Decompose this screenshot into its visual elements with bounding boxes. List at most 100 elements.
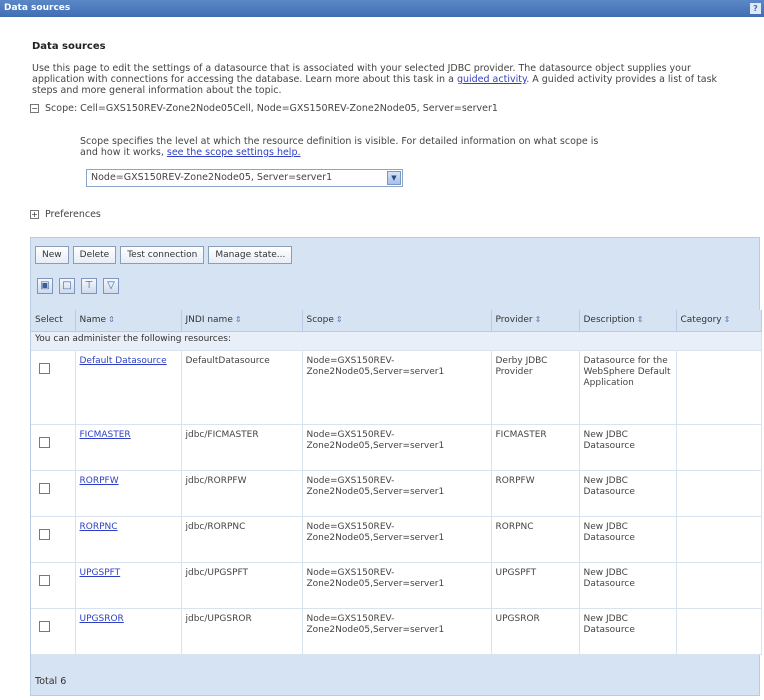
row-checkbox[interactable]: [39, 362, 50, 374]
datasource-link[interactable]: UPGSPFT: [80, 568, 121, 578]
scope-cell: Node=GXS150REV-Zone2Node05,Server=server…: [302, 470, 492, 517]
select-cell: [31, 470, 76, 517]
description-cell: New JDBC Datasource: [579, 516, 677, 563]
scope-cell: Node=GXS150REV-Zone2Node05,Server=server…: [302, 562, 492, 609]
jndi-cell: DefaultDatasource: [181, 350, 303, 425]
jndi-cell: jdbc/FICMASTER: [181, 424, 303, 471]
collapse-icon[interactable]: −: [30, 104, 39, 113]
table-row: UPGSPFT jdbc/UPGSPFT Node=GXS150REV-Zone…: [31, 562, 762, 609]
hide-filter-icon[interactable]: ▽: [103, 278, 119, 294]
scope-label: Scope: Cell=GXS150REV-Zone2Node05Cell, N…: [45, 103, 498, 114]
table-header-row: Select Name ⇕ JNDI name ⇕ Scope ⇕ Provider ⇕…: [31, 310, 762, 332]
window-title: Data sources: [4, 3, 71, 13]
scope-cell: Node=GXS150REV-Zone2Node05,Server=server…: [302, 516, 492, 563]
sort-icon[interactable]: ⇕: [235, 315, 242, 324]
column-header-category[interactable]: Category ⇕: [676, 310, 762, 332]
category-cell: [676, 424, 762, 471]
provider-cell: UPGSPFT: [491, 562, 580, 609]
row-checkbox[interactable]: [39, 574, 50, 586]
category-cell: [676, 562, 762, 609]
scope-cell: Node=GXS150REV-Zone2Node05,Server=server…: [302, 424, 492, 471]
deselect-all-icon[interactable]: □: [59, 278, 75, 294]
header-label: Scope: [306, 315, 334, 326]
column-header-jndi-name[interactable]: JNDI name ⇕: [181, 310, 303, 332]
sort-icon[interactable]: ⇕: [724, 315, 731, 324]
table-total: Total 6: [31, 669, 759, 695]
sort-icon[interactable]: ⇕: [535, 315, 542, 324]
select-all-icon[interactable]: ▣: [37, 278, 53, 294]
page-title: Data sources: [32, 41, 106, 52]
table-row: RORPNC jdbc/RORPNC Node=GXS150REV-Zone2N…: [31, 516, 762, 563]
row-checkbox[interactable]: [39, 482, 50, 494]
datasource-link[interactable]: RORPNC: [80, 522, 118, 532]
sort-icon[interactable]: ⇕: [336, 315, 343, 324]
category-cell: [676, 470, 762, 517]
scope-selected-value: Node=GXS150REV-Zone2Node05, Server=serve…: [91, 172, 333, 183]
show-filter-icon[interactable]: ⊤: [81, 278, 97, 294]
provider-cell: UPGSROR: [491, 608, 580, 655]
datasource-link[interactable]: FICMASTER: [80, 430, 131, 440]
datasource-link[interactable]: UPGSROR: [80, 614, 124, 624]
jndi-cell: jdbc/RORPFW: [181, 470, 303, 517]
window-title-bar: Data sources ?: [0, 0, 764, 17]
chevron-down-icon[interactable]: ▼: [387, 171, 401, 185]
expand-icon[interactable]: +: [30, 210, 39, 219]
datasources-table: Select Name ⇕ JNDI name ⇕ Scope ⇕ Provider ⇕…: [31, 310, 762, 655]
jndi-cell: jdbc/UPGSROR: [181, 608, 303, 655]
name-cell: UPGSPFT: [75, 562, 182, 609]
delete-button[interactable]: Delete: [72, 246, 117, 264]
header-label: Name: [79, 315, 107, 326]
sort-icon[interactable]: ⇕: [108, 315, 115, 324]
description-cell: New JDBC Datasource: [579, 470, 677, 517]
scope-section: − Scope: Cell=GXS150REV-Zone2Node05Cell, …: [30, 102, 760, 116]
column-header-provider[interactable]: Provider ⇕: [491, 310, 580, 332]
column-header-name[interactable]: Name ⇕: [75, 310, 182, 332]
jndi-cell: jdbc/UPGSPFT: [181, 562, 303, 609]
header-label: JNDI name: [185, 315, 233, 326]
scope-cell: Node=GXS150REV-Zone2Node05,Server=server…: [302, 350, 492, 425]
row-checkbox[interactable]: [39, 436, 50, 448]
scope-help-link[interactable]: see the scope settings help.: [167, 147, 301, 158]
category-cell: [676, 350, 762, 425]
column-header-select: Select: [31, 310, 76, 332]
button-bar: New Delete Test connection Manage state.…: [35, 246, 293, 268]
admin-message: You can administer the following resourc…: [31, 331, 762, 351]
column-header-scope[interactable]: Scope ⇕: [302, 310, 492, 332]
description-cell: New JDBC Datasource: [579, 562, 677, 609]
column-header-description[interactable]: Description ⇕: [579, 310, 677, 332]
test-connection-button[interactable]: Test connection: [120, 246, 205, 264]
provider-cell: FICMASTER: [491, 424, 580, 471]
scope-select[interactable]: Node=GXS150REV-Zone2Node05, Server=serve…: [86, 169, 403, 187]
name-cell: RORPFW: [75, 470, 182, 517]
header-label: Category: [680, 315, 722, 326]
preferences-label: Preferences: [45, 209, 101, 220]
provider-cell: RORPNC: [491, 516, 580, 563]
icon-toolbar: ▣ □ ⊤ ▽: [37, 278, 119, 298]
table-row: FICMASTER jdbc/FICMASTER Node=GXS150REV-…: [31, 424, 762, 471]
scope-help: Scope specifies the level at which the r…: [80, 136, 600, 158]
admin-row: You can administer the following resourc…: [31, 331, 762, 351]
name-cell: Default Datasource: [75, 350, 182, 425]
select-cell: [31, 608, 76, 655]
name-cell: UPGSROR: [75, 608, 182, 655]
preferences-section[interactable]: + Preferences: [30, 209, 760, 220]
new-button[interactable]: New: [35, 246, 69, 264]
category-cell: [676, 516, 762, 563]
guided-activity-link[interactable]: guided activity: [457, 74, 526, 85]
row-checkbox[interactable]: [39, 620, 50, 632]
name-cell: RORPNC: [75, 516, 182, 563]
select-cell: [31, 562, 76, 609]
page-description: Use this page to edit the settings of a …: [32, 63, 744, 96]
sort-icon[interactable]: ⇕: [637, 315, 644, 324]
manage-state-button[interactable]: Manage state...: [208, 246, 293, 264]
scope-help-text: Scope specifies the level at which the r…: [80, 136, 599, 158]
provider-cell: RORPFW: [491, 470, 580, 517]
header-label: Provider: [495, 315, 533, 326]
datasource-link[interactable]: Default Datasource: [80, 356, 167, 366]
datasource-link[interactable]: RORPFW: [80, 476, 119, 486]
row-checkbox[interactable]: [39, 528, 50, 540]
description-cell: New JDBC Datasource: [579, 424, 677, 471]
description-cell: New JDBC Datasource: [579, 608, 677, 655]
description-cell: Datasource for the WebSphere Default App…: [579, 350, 677, 425]
help-icon[interactable]: ?: [750, 3, 761, 14]
